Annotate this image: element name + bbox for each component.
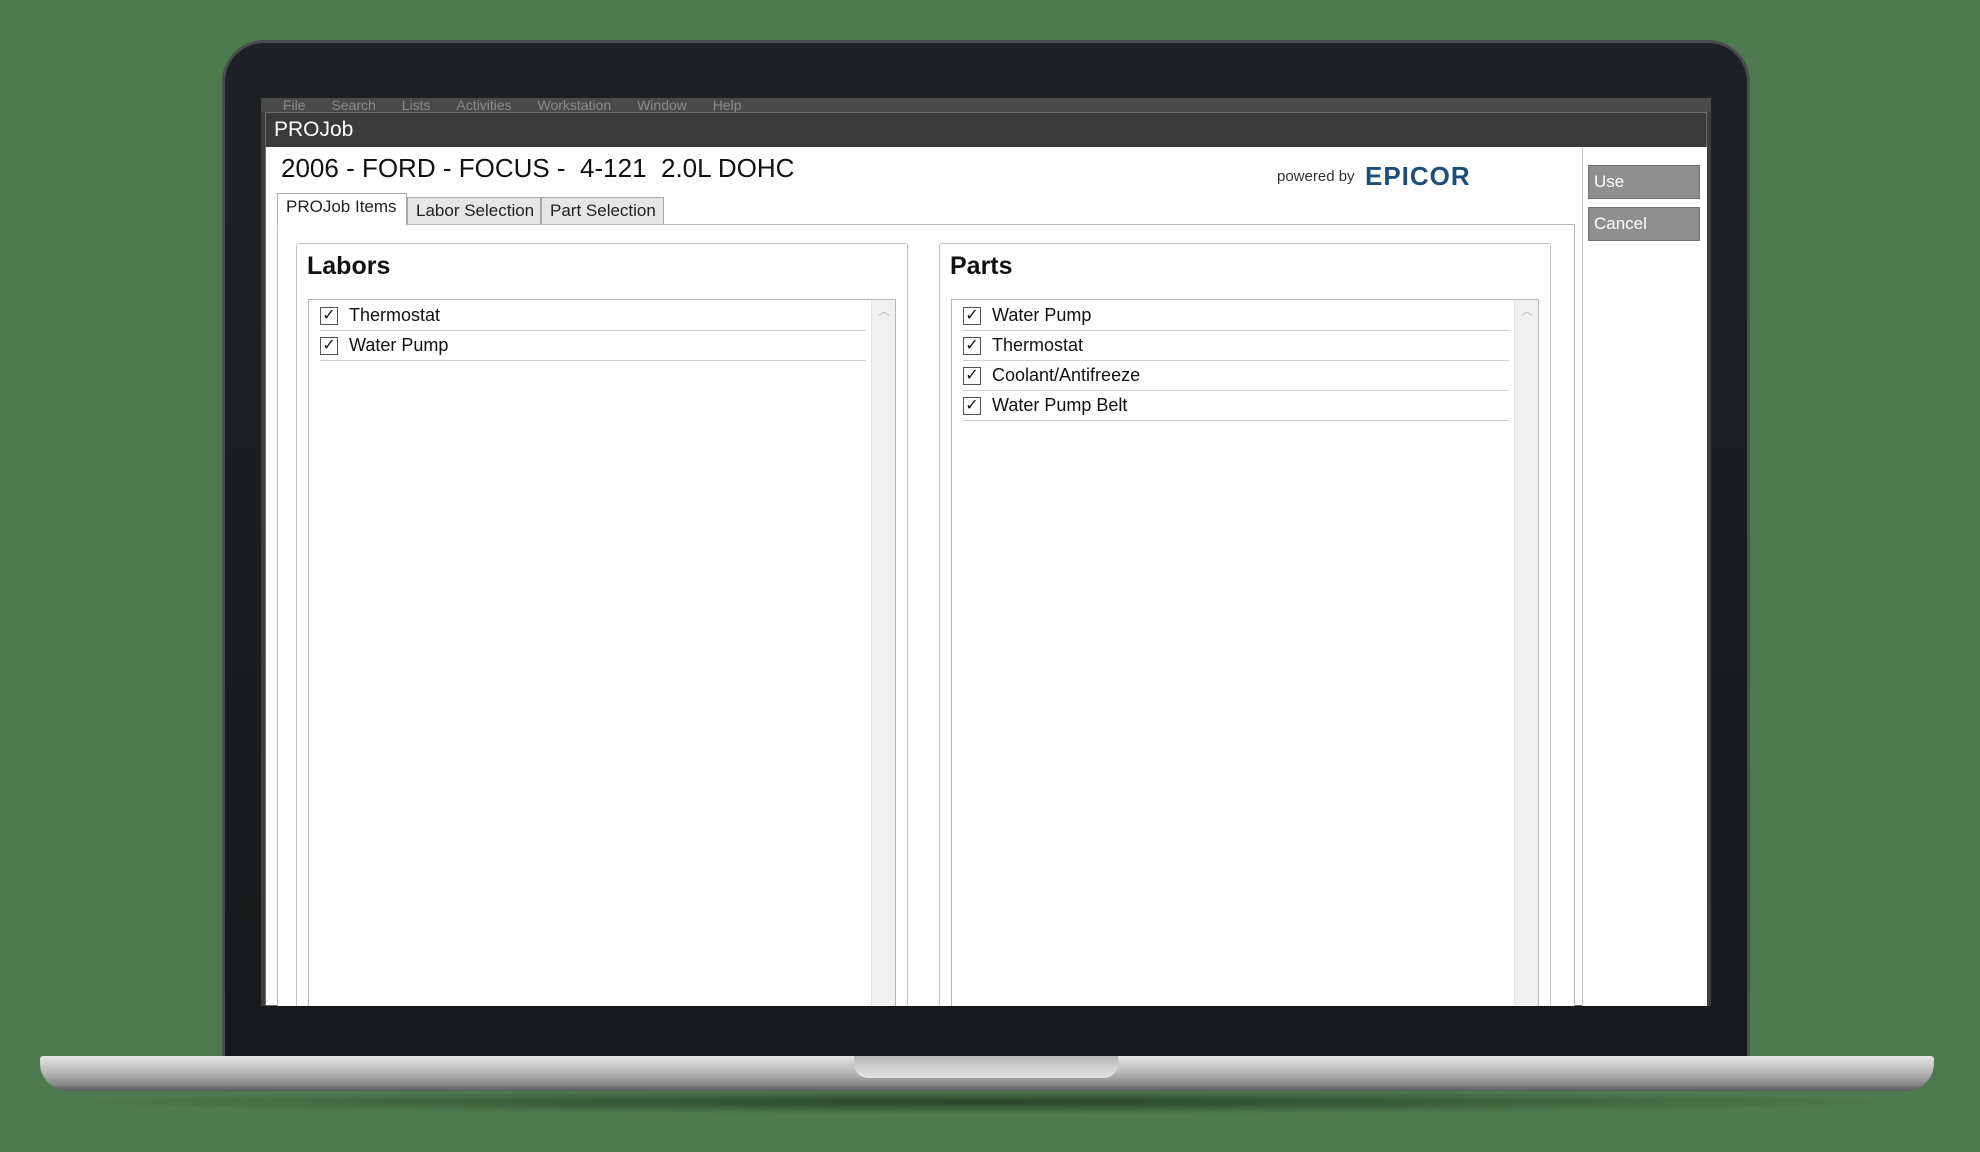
part-label: Coolant/Antifreeze [992,365,1141,385]
checkbox[interactable]: ✓ [963,307,981,325]
labors-list[interactable]: ✓ Thermostat ✓ Water Pump ︿ [308,299,896,1006]
labors-panel: Labors ✓ Thermostat ✓ Water Pump ︿ [296,243,908,1006]
list-item[interactable]: ✓ Thermostat [320,302,866,331]
scroll-up-icon[interactable]: ︿ [872,302,896,320]
checkbox[interactable]: ✓ [963,367,981,385]
parts-scrollbar[interactable]: ︿ [1514,300,1538,1006]
menu-workstation[interactable]: Workstation [538,98,612,112]
list-item[interactable]: ✓ Coolant/Antifreeze [963,362,1509,391]
list-item[interactable]: ✓ Water Pump [320,332,866,361]
list-item[interactable]: ✓ Water Pump Belt [963,392,1509,421]
menu-help[interactable]: Help [713,98,742,112]
list-item[interactable]: ✓ Water Pump [963,302,1509,331]
background-menubar: File Search Lists Activities Workstation… [261,98,1711,112]
menu-file[interactable]: File [283,98,306,112]
tab-content: Labors ✓ Thermostat ✓ Water Pump ︿ Parts… [277,224,1575,1006]
epicor-logo: EPICOR [1365,161,1471,191]
menu-window[interactable]: Window [637,98,687,112]
part-label: Water Pump [992,305,1092,325]
part-label: Water Pump Belt [992,395,1128,415]
labors-scrollbar[interactable]: ︿ [871,300,895,1006]
parts-list[interactable]: ✓ Water Pump ✓ Thermostat ✓ Coolant/Anti… [951,299,1539,1006]
laptop-shadow [60,1090,1914,1114]
checkbox[interactable]: ✓ [963,397,981,415]
projob-dialog: PROJob 2006 - FORD - FOCUS - 4-121 2.0L … [265,112,1707,1006]
labor-label: Water Pump [349,335,449,355]
vehicle-title: 2006 - FORD - FOCUS - 4-121 2.0L DOHC [281,153,795,183]
parts-title: Parts [950,252,1013,280]
tab-part-selection[interactable]: Part Selection [541,197,664,225]
checkbox[interactable]: ✓ [963,337,981,355]
checkbox[interactable]: ✓ [320,337,338,355]
screen: File Search Lists Activities Workstation… [261,98,1711,1006]
powered-by-label: powered by [1277,168,1355,185]
part-label: Thermostat [992,335,1084,355]
list-item[interactable]: ✓ Thermostat [963,332,1509,361]
menu-lists[interactable]: Lists [402,98,431,112]
tab-labor-selection[interactable]: Labor Selection [407,197,541,225]
menu-search[interactable]: Search [331,98,375,112]
labor-label: Thermostat [349,305,441,325]
cancel-button[interactable]: Cancel [1588,207,1700,241]
menu-activities[interactable]: Activities [456,98,511,112]
parts-panel: Parts ✓ Water Pump ✓ Thermostat ✓ Coolan… [939,243,1551,1006]
dialog-title: PROJob [266,113,1706,147]
checkbox[interactable]: ✓ [320,307,338,325]
laptop-notch [854,1056,1118,1078]
use-button[interactable]: Use [1588,165,1700,199]
scroll-up-icon[interactable]: ︿ [1515,302,1539,320]
action-panel: Use Cancel [1582,147,1707,1006]
labors-title: Labors [307,252,391,280]
tab-projob-items[interactable]: PROJob Items [277,193,407,226]
